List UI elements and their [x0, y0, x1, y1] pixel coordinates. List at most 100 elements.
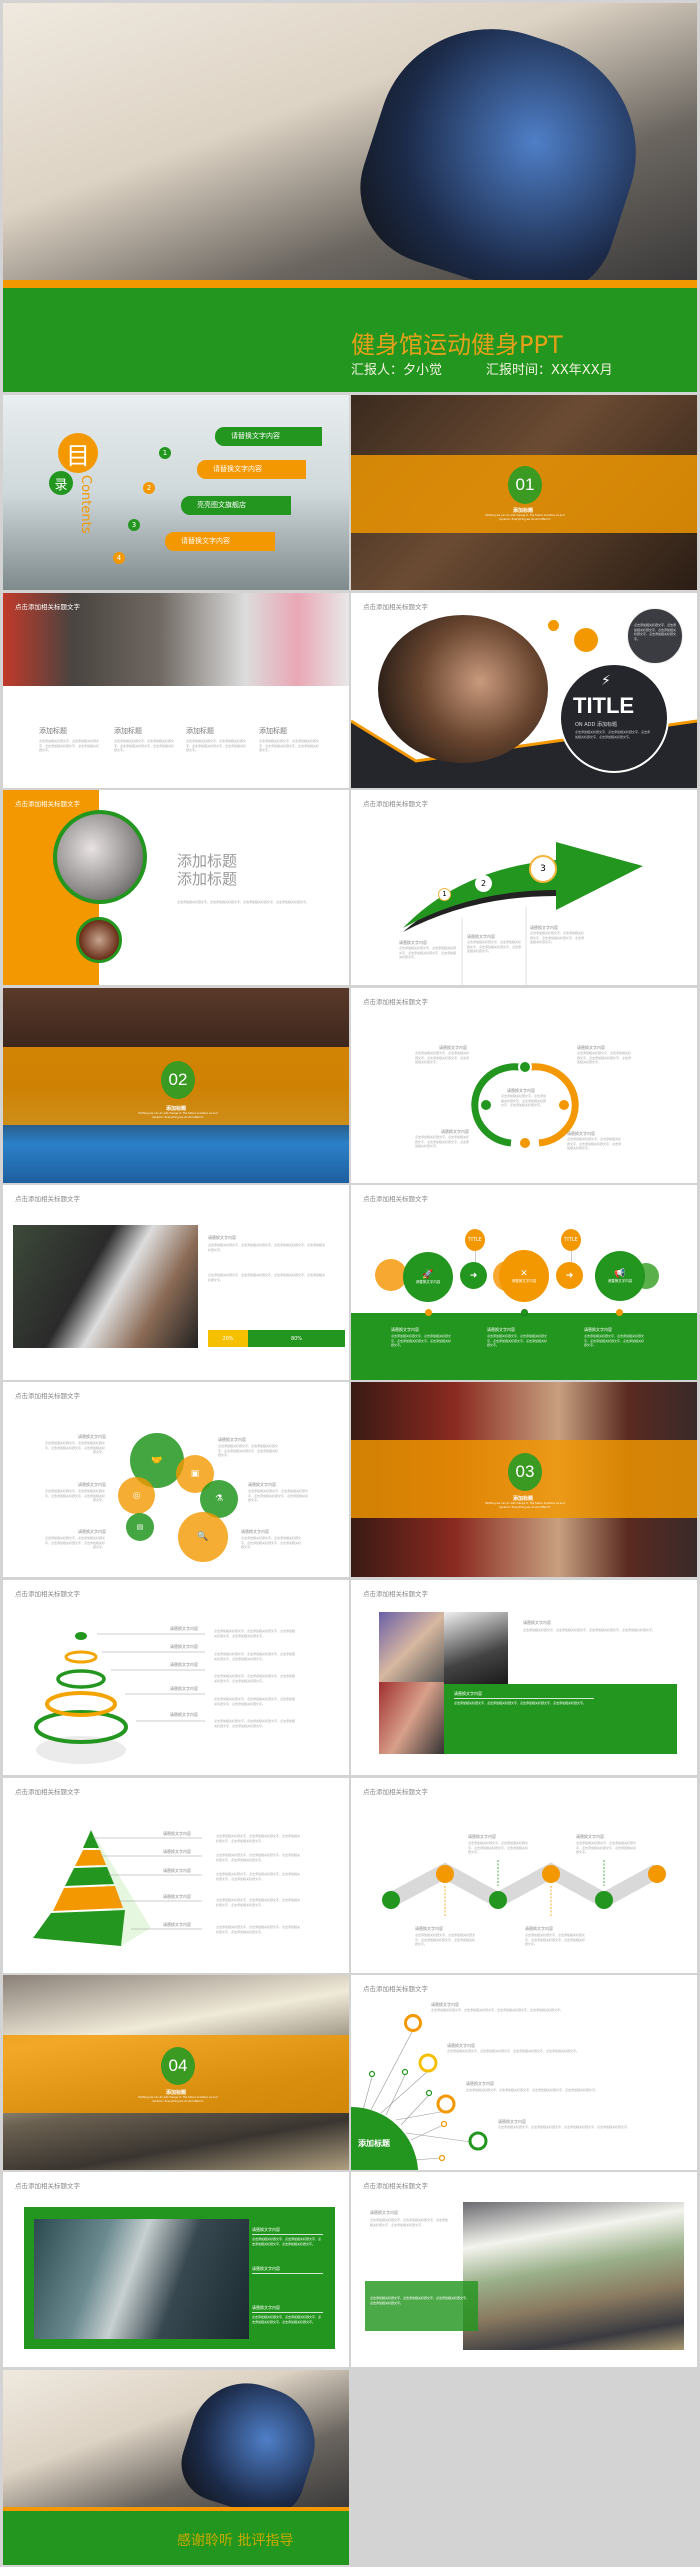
wallet-icon: ▤: [126, 1513, 154, 1541]
pyramid-caption: 请替换文字内容: [163, 1868, 191, 1873]
slide-fan[interactable]: 点击添加相关标题文字 添加标题 请替换文字内容 点击添加相关标题文字，点击添加相…: [351, 1975, 697, 2170]
column-title: 添加标题: [114, 727, 142, 735]
step-body: 点击添加相关标题文字，点击添加相关标题文字，点击添加相关标题文字，点击添加相关标…: [399, 946, 457, 960]
pyramid-body: 点击添加相关标题文字，点击添加相关标题文字，点击添加相关标题文字，点击添加相关标…: [216, 1853, 301, 1862]
slide-header: 点击添加相关标题文字: [15, 603, 80, 611]
slide-zigzag[interactable]: 点击添加相关标题文字 请替换文字内容 点击添加相关标题文字，点击添加相关标题文字…: [351, 1778, 697, 1973]
title-subtitle: ON ADD 添加标题: [575, 722, 617, 728]
slide-photo-progress[interactable]: 点击添加相关标题文字 请替换文字内容 点击添加相关标题文字，点击添加相关标题文字…: [3, 1185, 349, 1380]
slide-title-circle[interactable]: 点击添加相关标题文字 点击添加相关标题文字，点击添加相关标题文字，点击添加相关标…: [351, 593, 697, 788]
text-body: 点击添加相关标题文字，点击添加相关标题文字，点击添加相关标题文字，点击添加相关标…: [208, 1243, 326, 1252]
title-dark-circle: ⚡ TITLE ON ADD 添加标题 点击添加相关标题文字，点击添加相关标题文…: [559, 663, 669, 773]
cycle-body: 点击添加相关标题文字，点击添加相关标题文字，点击添加相关标题文字，点击添加相关标…: [501, 1094, 547, 1108]
slide-growth-arrow[interactable]: 点击添加相关标题文字 1 2 3 请替换文字内容 点击添加相关标题文字，点击添加…: [351, 790, 697, 985]
column-title: 添加标题: [39, 727, 67, 735]
slide-bubbles[interactable]: 点击添加相关标题文字 TITLE TITLE 🚀 请替换文字内容 ➜ ✕ 请替换文字…: [351, 1185, 697, 1380]
panel-body: 点击添加相关标题文字，点击添加相关标题文字，点击添加相关标题文字，点击添加相关标…: [177, 900, 310, 904]
toc-item-3[interactable]: 亮亮图文旗舰店: [181, 496, 291, 515]
slide-gym-photo[interactable]: 点击添加相关标题文字 请替换文字内容 点击添加相关标题文字，点击添加相关标题文字…: [351, 2172, 697, 2367]
section-title: 添加标题: [166, 1106, 187, 1112]
ring-body: 点击添加相关标题文字，点击添加相关标题文字，点击添加相关标题文字，点击添加相关标…: [214, 1629, 296, 1638]
slide-header: 点击添加相关标题文字: [363, 2182, 428, 2190]
toc-contents-label: Contents: [78, 475, 93, 534]
toc-item-2[interactable]: 请替换文字内容: [197, 460, 306, 479]
slide-orange-panel[interactable]: 点击添加相关标题文字 添加标题 添加标题 点击添加相关标题文字，点击添加相关标题…: [3, 790, 349, 985]
toc-item-1[interactable]: 请替换文字内容: [215, 427, 322, 446]
cycle-node-left: [479, 1098, 493, 1112]
green-overlay-box: [365, 2281, 478, 2331]
icon-caption: 请替换文字内容: [78, 1482, 106, 1487]
footer-body: 点击添加相关标题文字，点击添加相关标题文字，点击添加相关标题文字，点击添加相关标…: [391, 1334, 452, 1348]
tag-label: TITLE: [468, 1237, 482, 1243]
column-body: 点击添加相关标题文字，点击添加相关标题文字，点击添加相关标题文字，点击添加相关标…: [39, 739, 100, 753]
slide-cycle[interactable]: 点击添加相关标题文字 请替换文字内容 点击添加相关标题文字，点击添加相关标题文字…: [351, 988, 697, 1183]
slide-section-03[interactable]: 03 添加标题 Nothing we can do will change it…: [351, 1382, 697, 1577]
slide-pyramid[interactable]: 点击添加相关标题文字 请替换文字内容 点击添加相关标题文字，点击添加相关标题文字…: [3, 1778, 349, 1973]
slide-section-02[interactable]: 02 添加标题 Nothing we can do will change it…: [3, 988, 349, 1183]
toc-mu-circle: 目: [58, 433, 98, 473]
ring-caption: 请替换文字内容: [170, 1662, 198, 1667]
ring-body: 点击添加相关标题文字，点击添加相关标题文字，点击添加相关标题文字，点击添加相关标…: [214, 1719, 296, 1728]
trainer-photo-circle: [76, 917, 122, 963]
pyramid-body: 点击添加相关标题文字，点击添加相关标题文字，点击添加相关标题文字，点击添加相关标…: [216, 1834, 301, 1843]
icon-body: 点击添加相关标题文字，点击添加相关标题文字，点击添加相关标题文字，点击添加相关标…: [248, 1489, 309, 1503]
section-title: 添加标题: [513, 1496, 534, 1502]
slide-contents[interactable]: 目 录 Contents 请替换文字内容 请替换文字内容 亮亮图文旗舰店 请替换…: [3, 395, 349, 590]
tools-bubble: ✕ 请替换文字内容: [499, 1250, 549, 1302]
cycle-body: 点击添加相关标题文字，点击添加相关标题文字，点击添加相关标题文字，点击添加相关标…: [577, 1051, 632, 1065]
zigzag-body: 点击添加相关标题文字，点击添加相关标题文字，点击添加相关标题文字，点击添加相关标…: [415, 1933, 476, 1947]
pyramid-caption: 请替换文字内容: [163, 1894, 191, 1899]
toc-item-label: 请替换文字内容: [213, 465, 262, 473]
zigzag-body: 点击添加相关标题文字，点击添加相关标题文字，点击添加相关标题文字，点击添加相关标…: [525, 1933, 586, 1947]
pyramid-caption: 请替换文字内容: [163, 1849, 191, 1854]
cycle-body: 点击添加相关标题文字，点击添加相关标题文字，点击添加相关标题文字，点击添加相关标…: [415, 1135, 470, 1149]
step-1: 1: [438, 888, 451, 901]
slide-header: 点击添加相关标题文字: [15, 1392, 80, 1400]
toc-lu: 录: [54, 477, 68, 493]
slide-collage[interactable]: 点击添加相关标题文字 请替换文字内容 点击添加相关标题文字，点击添加相关标题文字…: [351, 1580, 697, 1775]
progress-bar: 20% 80%: [208, 1330, 345, 1347]
slide-cover[interactable]: 健身馆运动健身PPT 汇报人：夕小觉 汇报时间：XX年XX月: [3, 3, 697, 392]
title-tag: TITLE: [561, 1229, 581, 1251]
divider: [454, 1698, 594, 1699]
megaphone-bubble: 📢 请替换文字内容: [595, 1251, 645, 1301]
tools-icon: ✕: [520, 1268, 528, 1279]
bubble-label: 请替换文字内容: [415, 1279, 441, 1284]
ring-body: 点击添加相关标题文字，点击添加相关标题文字，点击添加相关标题文字，点击添加相关标…: [214, 1697, 296, 1706]
toc-item-label: 请替换文字内容: [181, 537, 230, 545]
woman-photo-circle: [378, 615, 548, 763]
slide-green-frame[interactable]: 点击添加相关标题文字 请替换文字内容 点击添加相关标题文字，点击添加相关标题文字…: [3, 2172, 349, 2367]
toc-item-4[interactable]: 请替换文字内容: [165, 532, 275, 551]
slide-section-01[interactable]: 01 添加标题 Nothing we can do will change it…: [351, 395, 697, 590]
fan-diagram: [351, 2014, 488, 2170]
slide-section-04[interactable]: 04 添加标题 Nothing we can do will change it…: [3, 1975, 349, 2170]
cover-title: 健身馆运动健身PPT: [351, 331, 563, 359]
orange-dot: [574, 628, 598, 652]
camera-icon: ◎: [118, 1477, 155, 1514]
zigzag-body: 点击添加相关标题文字，点击添加相关标题文字，点击添加相关标题文字，点击添加相关标…: [576, 1841, 637, 1855]
progress-segment: 20%: [208, 1330, 248, 1347]
ring-caption: 请替换文字内容: [170, 1686, 198, 1691]
slide-closing[interactable]: 感谢聆听 批评指导: [3, 2370, 349, 2565]
tag-label: TITLE: [564, 1237, 578, 1243]
toc-num-4: 4: [113, 552, 125, 564]
slide-rings[interactable]: 点击添加相关标题文字 请替换文字内容 点击添加相关标题文字，点击添加相关标题文字…: [3, 1580, 349, 1775]
title-tag: TITLE: [465, 1229, 485, 1251]
heading-line: 添加标题: [177, 870, 238, 888]
cycle-node-top: [518, 1060, 532, 1074]
pyramid-caption: 请替换文字内容: [163, 1831, 191, 1836]
panel-heading: 添加标题 添加标题: [177, 852, 237, 888]
icon-caption: 请替换文字内容: [78, 1434, 106, 1439]
trend-icon: ⚡: [601, 673, 611, 689]
step-body: 点击添加相关标题文字，点击添加相关标题文字，点击添加相关标题文字，点击添加相关标…: [530, 931, 585, 945]
divider: [252, 2273, 323, 2274]
title-text: TITLE: [573, 693, 635, 718]
icon-caption: 请替换文字内容: [218, 1437, 246, 1442]
slide-four-columns[interactable]: 点击添加相关标题文字 添加标题 添加标题 添加标题 添加标题 点击添加相关标题文…: [3, 593, 349, 788]
slide-icon-cluster[interactable]: 点击添加相关标题文字 🤝 ▣ ◎ ⚗ ▤ 🔍 请替换文字内容 点击添加相关标题文…: [3, 1382, 349, 1577]
column-title: 添加标题: [259, 727, 287, 735]
zigzag-body: 点击添加相关标题文字，点击添加相关标题文字，点击添加相关标题文字，点击添加相关标…: [468, 1841, 529, 1855]
ring-caption: 请替换文字内容: [170, 1626, 198, 1631]
timeline-dot: [425, 1309, 432, 1316]
yoga-photo: [379, 1612, 444, 1682]
